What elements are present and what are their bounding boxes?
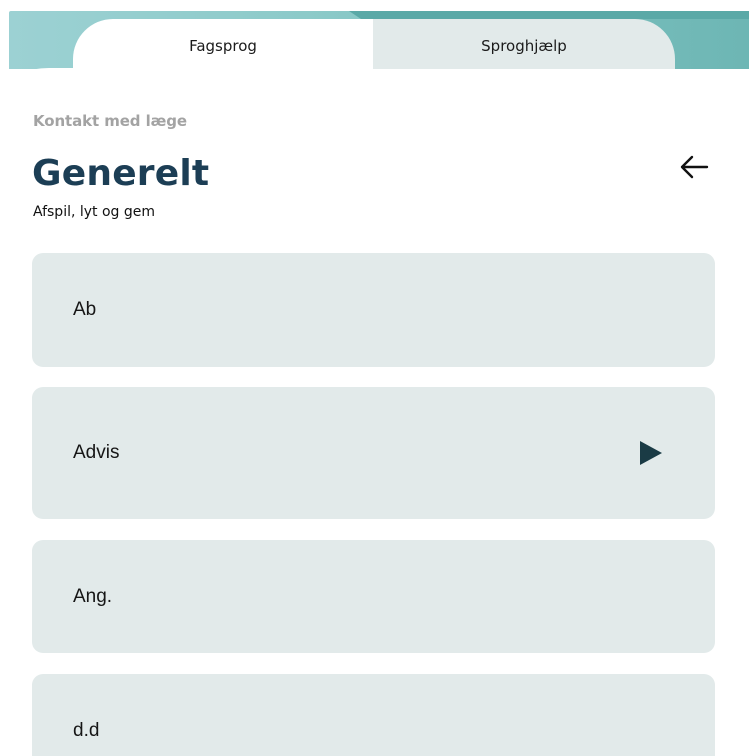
app-screen: Fagsprog Sproghjælp Kontakt med læge Gen…: [0, 0, 749, 756]
tab-sproghjaelp-label: Sproghjælp: [481, 37, 567, 55]
list-item-label: d.d: [73, 720, 100, 741]
list-item-ang[interactable]: Ang.: [32, 540, 715, 653]
back-button[interactable]: [676, 149, 712, 185]
tab-sproghjaelp[interactable]: Sproghjælp: [373, 19, 675, 69]
phrase-list: Ab Advis Ang. d.d: [32, 253, 715, 756]
list-item-ab[interactable]: Ab: [32, 253, 715, 367]
list-item-label: Ab: [73, 299, 97, 320]
breadcrumb: Kontakt med læge: [33, 112, 187, 130]
play-icon-shape: [640, 441, 662, 465]
tab-bar: Fagsprog Sproghjælp: [73, 19, 675, 69]
header-band-accent: [349, 11, 749, 19]
list-item-label: Advis: [73, 442, 120, 463]
list-item-label: Ang.: [73, 585, 113, 607]
tab-fagsprog[interactable]: Fagsprog: [73, 19, 373, 69]
page-title: Generelt: [32, 153, 210, 194]
arrow-left-icon: [680, 155, 709, 179]
list-item-dd[interactable]: d.d: [32, 674, 715, 756]
tab-fagsprog-label: Fagsprog: [189, 37, 257, 55]
list-item-advis[interactable]: Advis: [32, 387, 715, 519]
play-icon[interactable]: [639, 440, 663, 466]
page-subtitle: Afspil, lyt og gem: [33, 204, 156, 220]
